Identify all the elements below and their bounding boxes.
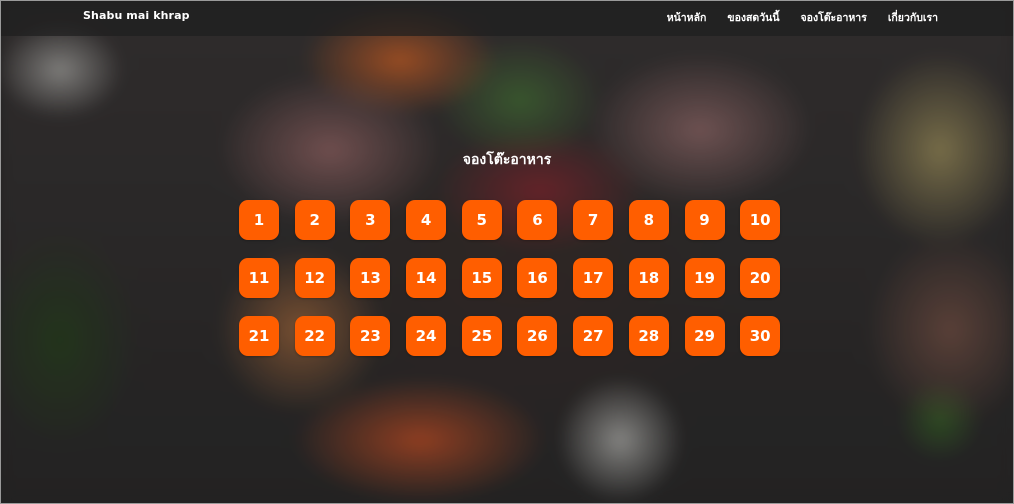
table-button[interactable]: 24 — [406, 316, 447, 356]
table-button[interactable]: 22 — [294, 316, 335, 356]
table-button[interactable]: 1 — [239, 200, 279, 240]
nav-book-table[interactable]: จองโต๊ะอาหาร — [801, 9, 867, 26]
table-button[interactable]: 28 — [628, 316, 669, 356]
table-selection-grid: 1 2 3 4 5 6 7 8 9 10 11 12 13 14 15 16 17 18 19 20 21 22 23 24 2… — [239, 200, 781, 356]
table-button[interactable]: 14 — [406, 258, 447, 298]
table-button[interactable]: 12 — [294, 258, 335, 298]
table-button[interactable]: 27 — [573, 316, 614, 356]
table-button[interactable]: 29 — [684, 316, 725, 356]
table-button[interactable]: 19 — [684, 258, 725, 298]
page-title: จองโต๊ะอาหาร — [462, 152, 552, 168]
main-nav: หน้าหลัก ของสดวันนี้ จองโต๊ะอาหาร เกี่ยว… — [667, 9, 938, 26]
top-navbar: Shabu mai khrap หน้าหลัก ของสดวันนี้ จอง… — [0, 0, 1014, 36]
table-button[interactable]: 7 — [573, 200, 614, 240]
table-button[interactable]: 30 — [740, 316, 781, 356]
table-button[interactable]: 26 — [517, 316, 558, 356]
table-button[interactable]: 4 — [406, 200, 447, 240]
table-button[interactable]: 15 — [461, 258, 502, 298]
table-button[interactable]: 5 — [461, 200, 502, 240]
table-button[interactable]: 3 — [350, 200, 391, 240]
table-button[interactable]: 13 — [350, 258, 391, 298]
table-button[interactable]: 20 — [740, 258, 781, 298]
table-button[interactable]: 23 — [350, 316, 391, 356]
table-button[interactable]: 6 — [517, 200, 558, 240]
table-button[interactable]: 18 — [628, 258, 669, 298]
table-button[interactable]: 9 — [684, 200, 725, 240]
table-button[interactable]: 2 — [294, 200, 335, 240]
table-button[interactable]: 16 — [517, 258, 558, 298]
nav-home[interactable]: หน้าหลัก — [667, 9, 707, 26]
table-button[interactable]: 25 — [461, 316, 502, 356]
brand-logo-text[interactable]: Shabu mai khrap — [83, 9, 190, 22]
nav-about-us[interactable]: เกี่ยวกับเรา — [888, 9, 938, 26]
table-button[interactable]: 8 — [628, 200, 669, 240]
table-button[interactable]: 11 — [239, 258, 279, 298]
table-button[interactable]: 17 — [573, 258, 614, 298]
nav-fresh-today[interactable]: ของสดวันนี้ — [727, 9, 779, 26]
table-button[interactable]: 10 — [740, 200, 781, 240]
table-button[interactable]: 21 — [239, 316, 279, 356]
